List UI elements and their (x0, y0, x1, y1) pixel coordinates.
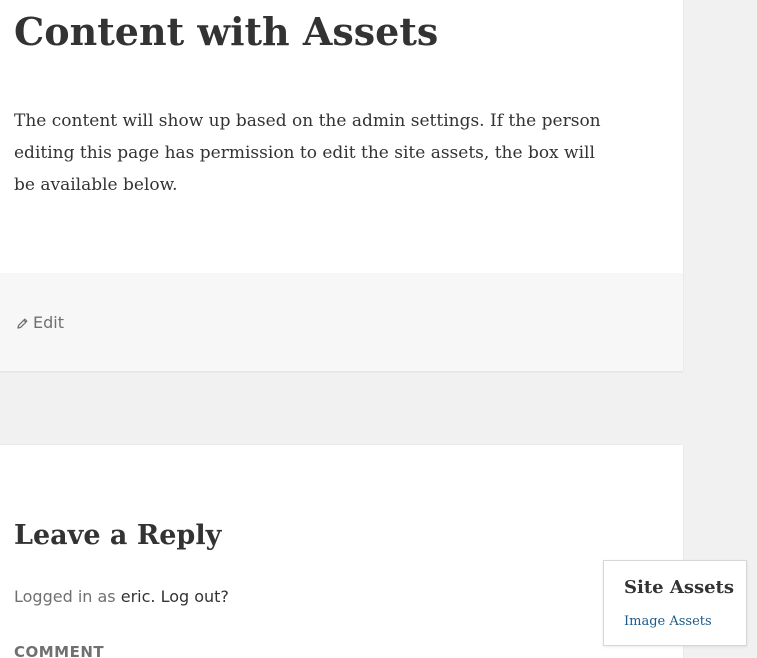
site-assets-title: Site Assets (624, 577, 735, 598)
logged-in-as: Logged in as eric. Log out? (14, 585, 229, 609)
reply-title: Leave a Reply (14, 520, 222, 551)
logged-in-separator: . (150, 587, 161, 606)
entry-footer: Edit (0, 273, 683, 372)
page-title: Content with Assets (14, 9, 439, 54)
site-assets-widget: Site Assets Image Assets (603, 560, 747, 646)
edit-label: Edit (33, 313, 64, 332)
comments-area: Leave a Reply Logged in as eric. Log out… (0, 445, 683, 658)
page-article: Content with Assets The content will sho… (0, 0, 683, 372)
username-link[interactable]: eric (121, 587, 151, 606)
page-content: The content will show up based on the ad… (14, 111, 601, 195)
logged-in-prefix: Logged in as (14, 587, 121, 606)
comment-field-label: COMMENT (14, 643, 105, 658)
edit-link[interactable]: Edit (16, 312, 64, 334)
pencil-icon (16, 317, 29, 330)
image-assets-link[interactable]: Image Assets (624, 613, 712, 631)
logout-link[interactable]: Log out? (161, 587, 229, 606)
